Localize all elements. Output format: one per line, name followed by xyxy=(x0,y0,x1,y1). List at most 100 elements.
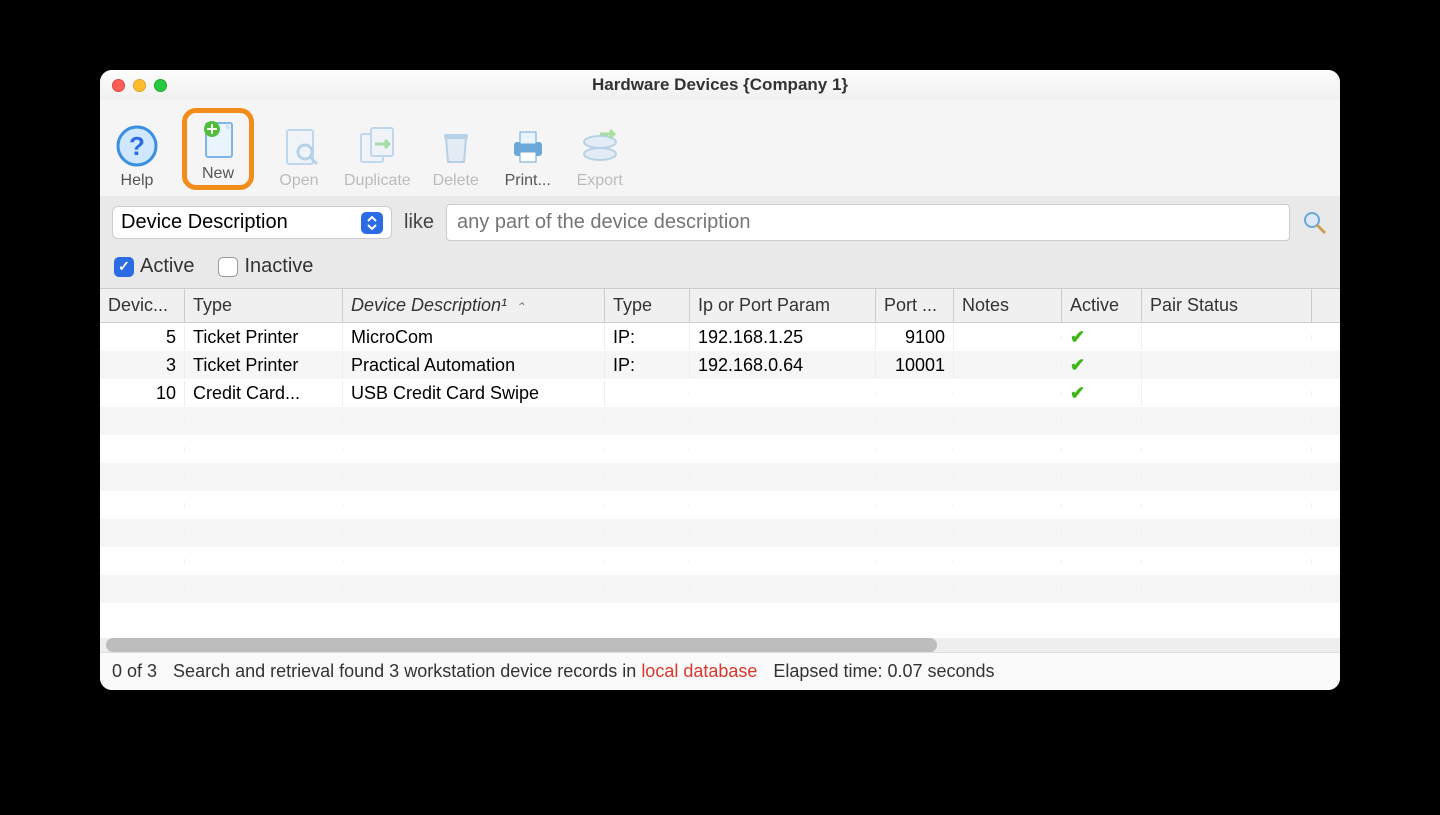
table-row[interactable]: 5Ticket PrinterMicroComIP:192.168.1.2591… xyxy=(100,323,1340,351)
cell-id: 3 xyxy=(100,353,185,378)
cell-ip xyxy=(690,391,876,395)
cell-active: ✔ xyxy=(1062,381,1142,406)
new-document-icon xyxy=(194,115,242,163)
col-type[interactable]: Type xyxy=(185,289,343,322)
col-pair-status[interactable]: Pair Status xyxy=(1142,289,1312,322)
export-icon xyxy=(576,122,624,170)
filter-bar: Device Description like xyxy=(100,196,1340,249)
col-description[interactable]: Device Description¹⌃ xyxy=(343,289,605,322)
titlebar: Hardware Devices {Company 1} xyxy=(100,70,1340,100)
delete-button[interactable]: Delete xyxy=(429,122,483,190)
export-label: Export xyxy=(577,172,623,190)
filter-field-select[interactable]: Device Description xyxy=(112,206,392,239)
checkmark-icon: ✔ xyxy=(1070,383,1085,403)
status-elapsed: Elapsed time: 0.07 seconds xyxy=(773,661,994,682)
svg-text:?: ? xyxy=(129,131,145,161)
cell-type: Ticket Printer xyxy=(185,353,343,378)
hardware-devices-window: Hardware Devices {Company 1} ? Help New … xyxy=(100,70,1340,690)
select-arrows-icon xyxy=(361,212,383,234)
cell-conn-type: IP: xyxy=(605,325,690,350)
cell-type: Credit Card... xyxy=(185,381,343,406)
cell-active: ✔ xyxy=(1062,353,1142,378)
print-label: Print... xyxy=(505,172,551,190)
table-row xyxy=(100,575,1340,603)
col-port[interactable]: Port ... xyxy=(876,289,954,322)
checkmark-icon: ✔ xyxy=(1070,355,1085,375)
filter-field-value: Device Description xyxy=(121,211,288,234)
status-bar: 0 of 3 Search and retrieval found 3 work… xyxy=(100,652,1340,690)
cell-desc: USB Credit Card Swipe xyxy=(343,381,605,406)
open-label: Open xyxy=(279,172,318,190)
devices-table: Devic... Type Device Description¹⌃ Type … xyxy=(100,288,1340,652)
cell-notes xyxy=(954,391,1062,395)
horizontal-scrollbar[interactable] xyxy=(100,638,1340,652)
filter-search-input[interactable] xyxy=(446,204,1290,241)
new-label: New xyxy=(202,165,234,183)
cell-desc: Practical Automation xyxy=(343,353,605,378)
print-icon xyxy=(504,122,552,170)
search-icon[interactable] xyxy=(1302,210,1328,236)
col-conn-type[interactable]: Type xyxy=(605,289,690,322)
col-notes[interactable]: Notes xyxy=(954,289,1062,322)
cell-desc: MicroCom xyxy=(343,325,605,350)
duplicate-button[interactable]: Duplicate xyxy=(344,122,411,190)
open-document-icon xyxy=(275,122,323,170)
table-header: Devic... Type Device Description¹⌃ Type … xyxy=(100,289,1340,323)
table-row xyxy=(100,519,1340,547)
delete-label: Delete xyxy=(433,172,479,190)
new-button[interactable]: New xyxy=(191,115,245,183)
print-button[interactable]: Print... xyxy=(501,122,555,190)
help-icon: ? xyxy=(113,122,161,170)
active-filter[interactable]: ✓ Active xyxy=(114,255,194,278)
window-title: Hardware Devices {Company 1} xyxy=(100,75,1340,95)
cell-port: 10001 xyxy=(876,353,954,378)
help-button[interactable]: ? Help xyxy=(110,122,164,190)
table-row xyxy=(100,491,1340,519)
cell-conn-type xyxy=(605,391,690,395)
table-row xyxy=(100,407,1340,435)
cell-notes xyxy=(954,363,1062,367)
cell-notes xyxy=(954,335,1062,339)
cell-pair xyxy=(1142,335,1312,339)
table-row xyxy=(100,463,1340,491)
scrollbar-thumb[interactable] xyxy=(106,638,937,652)
inactive-filter[interactable]: Inactive xyxy=(218,255,313,278)
duplicate-label: Duplicate xyxy=(344,172,411,190)
cell-id: 5 xyxy=(100,325,185,350)
delete-icon xyxy=(432,122,480,170)
help-label: Help xyxy=(121,172,154,190)
sort-asc-icon: ⌃ xyxy=(515,300,525,314)
col-active[interactable]: Active xyxy=(1062,289,1142,322)
table-row[interactable]: 10Credit Card...USB Credit Card Swipe ✔ xyxy=(100,379,1340,407)
filter-operator-label: like xyxy=(404,211,434,234)
table-row xyxy=(100,547,1340,575)
active-checkbox[interactable]: ✓ xyxy=(114,257,134,277)
table-row[interactable]: 3Ticket PrinterPractical AutomationIP:19… xyxy=(100,351,1340,379)
cell-ip: 192.168.0.64 xyxy=(690,353,876,378)
status-filter-row: ✓ Active Inactive xyxy=(100,249,1340,288)
status-message: Search and retrieval found 3 workstation… xyxy=(173,661,757,682)
export-button[interactable]: Export xyxy=(573,122,627,190)
cell-pair xyxy=(1142,391,1312,395)
table-body: 5Ticket PrinterMicroComIP:192.168.1.2591… xyxy=(100,323,1340,638)
cell-conn-type: IP: xyxy=(605,353,690,378)
table-row xyxy=(100,435,1340,463)
cell-pair xyxy=(1142,363,1312,367)
cell-ip: 192.168.1.25 xyxy=(690,325,876,350)
col-device-id[interactable]: Devic... xyxy=(100,289,185,322)
inactive-checkbox[interactable] xyxy=(218,257,238,277)
inactive-checkbox-label: Inactive xyxy=(244,255,313,278)
open-button[interactable]: Open xyxy=(272,122,326,190)
cell-port: 9100 xyxy=(876,325,954,350)
col-ip[interactable]: Ip or Port Param xyxy=(690,289,876,322)
status-source: local database xyxy=(641,661,757,681)
new-button-highlight: New xyxy=(182,108,254,190)
active-checkbox-label: Active xyxy=(140,255,194,278)
cell-active: ✔ xyxy=(1062,325,1142,350)
checkmark-icon: ✔ xyxy=(1070,327,1085,347)
toolbar: ? Help New Open Duplicate xyxy=(100,100,1340,196)
cell-id: 10 xyxy=(100,381,185,406)
duplicate-icon xyxy=(353,122,401,170)
status-count: 0 of 3 xyxy=(112,661,157,682)
cell-port xyxy=(876,391,954,395)
